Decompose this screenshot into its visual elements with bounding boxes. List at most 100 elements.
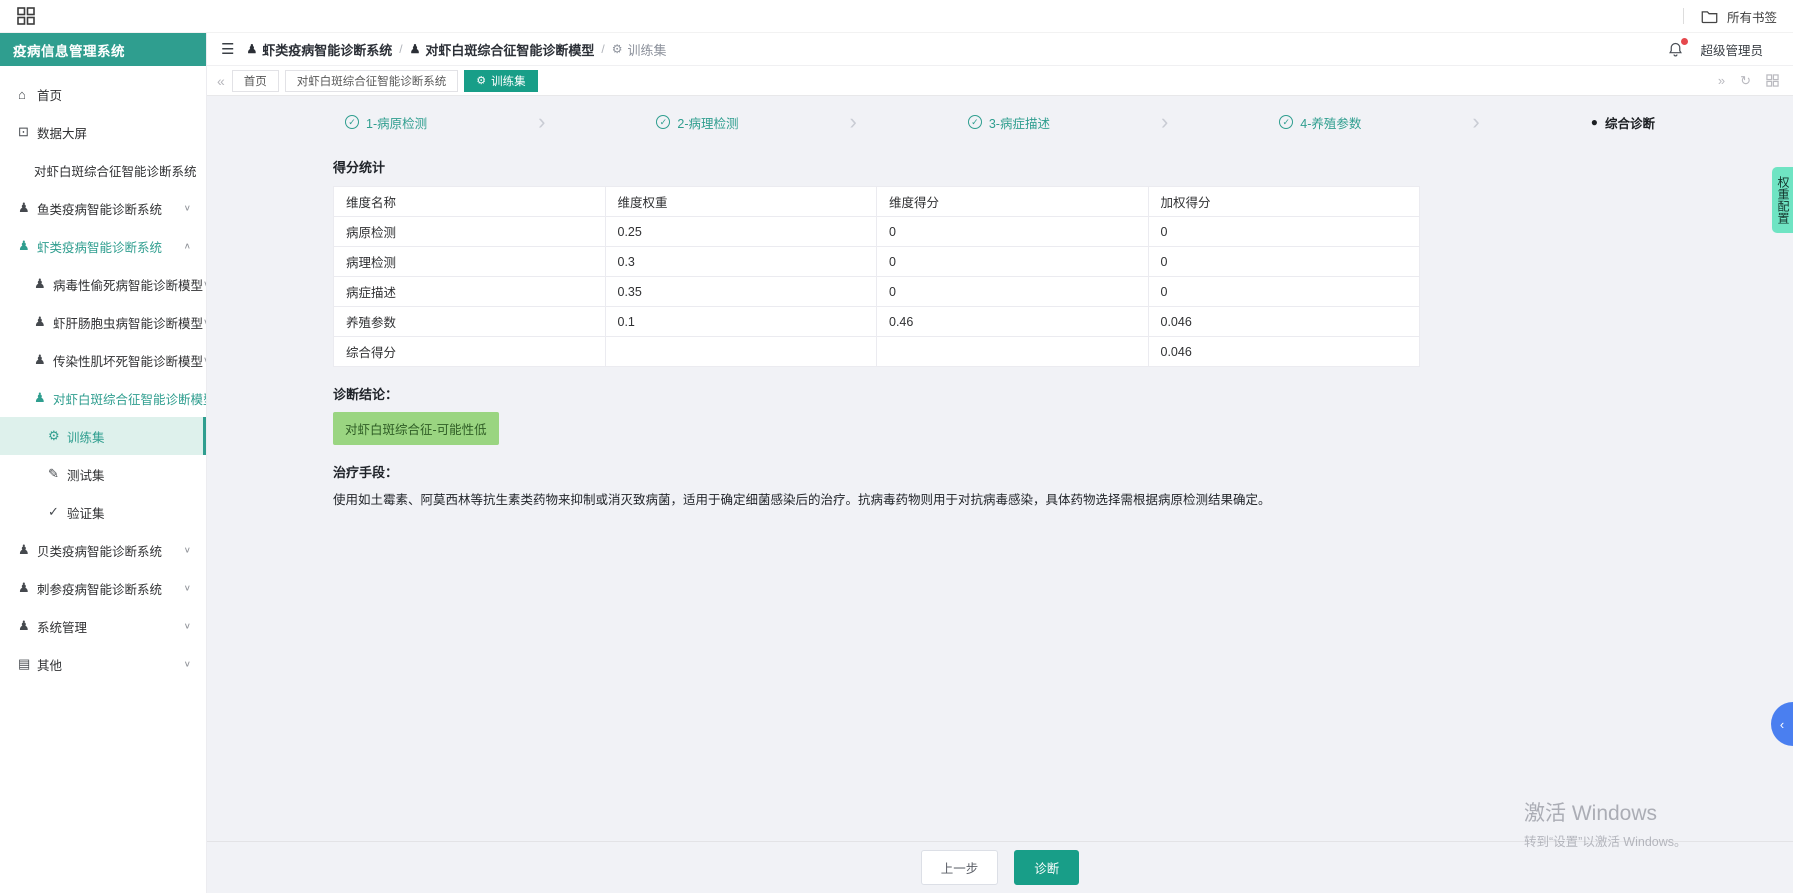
sidebar-item[interactable]: ⚙ 训练集 — [0, 417, 206, 455]
sidebar-item[interactable]: ⊡ 数据大屏 — [0, 113, 206, 151]
breadcrumb-label: 对虾白斑综合征智能诊断模型 — [425, 42, 595, 58]
module-icon: ♟ — [34, 352, 46, 367]
layout-grid-icon[interactable] — [1766, 74, 1779, 87]
table-cell: 病原检测 — [333, 216, 606, 247]
breadcrumb-label: 虾类疫病智能诊断系统 — [262, 42, 393, 58]
topbar: ☰ ♟ 虾类疫病智能诊断系统 / ♟ 对虾白斑综合征智能诊断模型 / ⚙ 训练集 超级管理员 — [207, 33, 1793, 66]
diagnosis-result-badge: 对虾白斑综合征-可能性低 — [333, 412, 499, 445]
sidebar-item[interactable]: ♟ 虾肝肠胞虫病智能诊断模型∨ — [0, 303, 206, 341]
chevron-down-icon: ∨ — [183, 659, 191, 669]
sidebar-item[interactable]: 对虾白斑综合征智能诊断系统 — [0, 151, 206, 189]
step-label: 4-养殖参数 — [1300, 116, 1362, 131]
tab[interactable]: ⚙ 训练集 — [464, 69, 538, 92]
sidebar-item-label: 训练集 — [67, 430, 105, 445]
chevron-down-icon: ∨ — [183, 203, 191, 213]
table-cell: 0 — [1147, 216, 1420, 247]
table-cell: 综合得分 — [333, 336, 606, 367]
check-icon: ✓ — [48, 504, 59, 519]
step-current-dot-icon: ● — [1590, 115, 1598, 129]
sidebar-item[interactable]: ♟ 虾类疫病智能诊断系统 ∧ — [0, 227, 206, 265]
step-arrow-icon: › — [1160, 109, 1169, 134]
sidebar-item[interactable]: ♟ 贝类疫病智能诊断系统 ∨ — [0, 531, 206, 569]
tab-label: 训练集 — [491, 75, 526, 88]
breadcrumb-item[interactable]: ♟ 虾类疫病智能诊断系统 — [246, 40, 392, 59]
tabs: 首页 对虾白斑综合征智能诊断系统 ⚙ 训练集 — [231, 69, 538, 92]
tabbar-controls: » ↻ — [1718, 73, 1783, 89]
table-row: 病理检测 0.3 0 0 — [333, 246, 1420, 277]
sidebar-item[interactable]: ⌂ 首页 — [0, 75, 206, 113]
wizard-step[interactable]: ✓ 4-养殖参数 — [1279, 113, 1361, 132]
sidebar-item[interactable]: ♟ 病毒性偷死病智能诊断模型∨ — [0, 265, 206, 303]
tab[interactable]: 对虾白斑综合征智能诊断系统 — [284, 69, 459, 92]
sidebar-item[interactable]: ♟对虾白斑综合征智能诊断模型∧ — [0, 379, 206, 417]
chevron-up-icon: ∧ — [183, 241, 191, 251]
table-row: 病症描述 0.35 0 0 — [333, 276, 1420, 307]
home-icon: ⌂ — [18, 86, 26, 102]
wizard-step[interactable]: ✓ 2-病理检测 — [656, 113, 739, 132]
table-cell — [604, 336, 877, 367]
tab-label: 对虾白斑综合征智能诊断系统 — [296, 75, 447, 88]
sidebar-item[interactable]: ♟ 刺参疫病智能诊断系统 ∨ — [0, 569, 206, 607]
breadcrumb-item[interactable]: ⚙ 训练集 — [612, 40, 667, 59]
sidebar-item-label: 虾肝肠胞虫病智能诊断模型 — [53, 316, 204, 331]
diagnose-button[interactable]: 诊断 — [1014, 850, 1080, 885]
table-cell: 0 — [1147, 276, 1420, 307]
topbar-right: 超级管理员 — [1667, 37, 1779, 59]
wizard-step[interactable]: ● 综合诊断 — [1591, 113, 1655, 132]
module-icon: ♟ — [34, 390, 46, 405]
table-cell: 0.046 — [1147, 306, 1420, 337]
sidebar-item[interactable]: ♟ 系统管理 ∨ — [0, 607, 206, 645]
sidebar-item[interactable]: ✎ 测试集 — [0, 455, 206, 493]
table-cell: 养殖参数 — [333, 306, 606, 337]
step-check-circle-icon: ✓ — [656, 115, 671, 129]
sidebar-item[interactable]: ▤ 其他 ∨ — [0, 645, 206, 683]
module-icon: ♟ — [34, 276, 46, 291]
hamburger-menu-icon[interactable]: ☰ — [221, 40, 234, 58]
previous-step-button[interactable]: 上一步 — [920, 850, 999, 885]
all-bookmarks-label[interactable]: 所有书签 — [1727, 7, 1777, 26]
table-cell: 0.3 — [604, 246, 877, 277]
bookmarks-right: 所有书签 — [1682, 7, 1777, 26]
apps-grid-icon[interactable] — [16, 6, 36, 26]
tabs-scroll-right-icon[interactable]: » — [1718, 73, 1725, 88]
step-check-circle-icon: ✓ — [967, 115, 982, 129]
app-title: 疫病信息管理系统 — [0, 33, 206, 66]
notification-bell-icon[interactable] — [1667, 37, 1689, 58]
chevron-down-icon: ∨ — [203, 317, 206, 326]
sidebar-item-label: 刺参疫病智能诊断系统 — [37, 582, 163, 597]
wizard-steps: ✓ 1-病原检测 › ✓ 2-病理检测 › ✓ 3-病症描述 › ✓ 4-养殖参数 › ● 综合诊断 — [207, 96, 1793, 133]
sidebar-item-label: 测试集 — [67, 468, 105, 483]
module-icon: ♟ — [246, 42, 258, 56]
weight-config-drawer-button[interactable]: 权重配置 — [1772, 167, 1793, 233]
tabs-scroll-left-icon[interactable]: « — [217, 73, 225, 89]
table-cell: 病症描述 — [333, 276, 606, 307]
step-label: 3-病症描述 — [988, 116, 1050, 131]
box-icon: ▤ — [18, 656, 31, 671]
wizard-step[interactable]: ✓ 3-病症描述 — [967, 113, 1050, 132]
notification-badge — [1681, 37, 1689, 45]
module-icon: ♟ — [18, 200, 30, 215]
table-cell: 0 — [1147, 246, 1420, 277]
diagnosis-conclusion-label: 诊断结论： — [333, 387, 399, 402]
train-icon: ⚙ — [48, 428, 60, 443]
score-table: 维度名称 维度权重 维度得分 加权得分 病原检测 0.25 0 0 病理检测 0.3 0 0 病症描述… — [333, 186, 1420, 367]
wizard-step[interactable]: ✓ 1-病原检测 — [345, 113, 427, 132]
table-row: 养殖参数 0.1 0.46 0.046 — [333, 306, 1420, 337]
table-cell: 0.35 — [604, 276, 877, 307]
refresh-icon[interactable]: ↻ — [1740, 73, 1751, 89]
tab[interactable]: 首页 — [231, 69, 279, 92]
breadcrumb-item[interactable]: ♟ 对虾白斑综合征智能诊断模型 — [410, 40, 595, 59]
step-check-circle-icon: ✓ — [345, 115, 359, 129]
table-header-row: 维度名称 维度权重 维度得分 加权得分 — [333, 186, 1420, 217]
user-menu[interactable]: 超级管理员 — [1700, 40, 1763, 59]
breadcrumb-separator: / — [601, 42, 605, 56]
table-cell — [876, 336, 1149, 367]
chevron-down-icon: ∨ — [183, 583, 191, 593]
sidebar-item[interactable]: ♟ 鱼类疫病智能诊断系统 ∨ — [0, 189, 206, 227]
table-header-cell: 维度权重 — [604, 186, 877, 217]
sidebar-item[interactable]: ♟ 传染性肌坏死智能诊断模型∨ — [0, 341, 206, 379]
table-cell: 病理检测 — [333, 246, 606, 277]
table-cell: 0.25 — [604, 216, 877, 247]
sidebar-item[interactable]: ✓ 验证集 — [0, 493, 206, 531]
content-area: ✓ 1-病原检测 › ✓ 2-病理检测 › ✓ 3-病症描述 › ✓ 4-养殖参数 › ● 综合诊断 得分… — [207, 96, 1793, 893]
